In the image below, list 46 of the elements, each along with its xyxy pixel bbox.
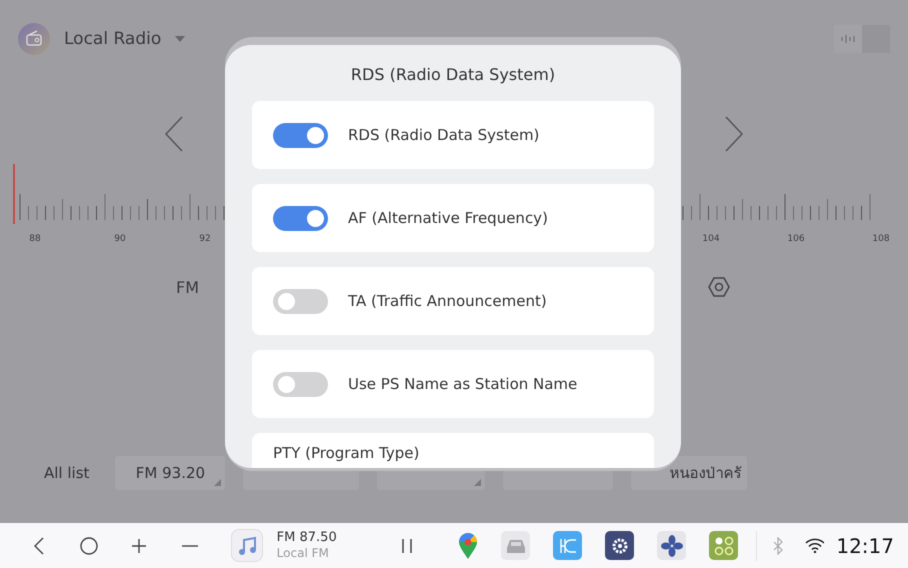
settings-app-icon[interactable]	[605, 531, 634, 560]
option-label: AF (Alternative Frequency)	[348, 209, 548, 227]
toggle-switch[interactable]	[273, 206, 328, 230]
view-mode-segment[interactable]	[834, 25, 862, 53]
all-list-label[interactable]: All list	[44, 464, 90, 482]
band-label[interactable]: FM	[176, 278, 200, 296]
scale-label: 90	[113, 234, 127, 244]
pause-icon[interactable]	[400, 538, 412, 554]
back-icon[interactable]	[34, 536, 44, 554]
corner-mark-icon	[214, 479, 222, 486]
dialog-title: RDS (Radio Data System)	[350, 65, 556, 84]
music-app-button[interactable]	[230, 529, 263, 562]
map-pin-icon[interactable]	[458, 532, 478, 560]
hc-app-icon[interactable]	[553, 531, 582, 560]
toggle-switch[interactable]	[273, 288, 328, 314]
apps-grid-icon[interactable]	[709, 531, 738, 560]
option-label: TA (Traffic Announcement)	[348, 292, 547, 310]
option-label: PTY (Program Type)	[273, 444, 420, 462]
station-frequency: FM 87.50	[276, 530, 338, 546]
bluetooth-icon[interactable]	[773, 536, 784, 554]
clock: 12:17	[836, 534, 894, 558]
station-chip[interactable]: FM 93.20	[115, 456, 226, 490]
wifi-icon[interactable]	[805, 538, 824, 553]
scale-label: 92	[198, 234, 212, 244]
plus-icon[interactable]	[131, 538, 148, 554]
option-card[interactable]: PTY (Program Type)	[252, 433, 654, 468]
option-label: RDS (Radio Data System)	[348, 126, 540, 144]
station-name: Local FM	[276, 546, 330, 561]
settings-icon[interactable]	[708, 276, 730, 298]
scale-label: 108	[871, 234, 891, 244]
toggle-switch[interactable]	[273, 372, 328, 396]
radio-icon[interactable]	[18, 23, 50, 55]
source-title[interactable]: Local Radio	[64, 29, 162, 49]
option-label: Use PS Name as Station Name	[348, 375, 578, 393]
scale-label: 104	[701, 234, 721, 244]
waveform-icon	[841, 34, 855, 44]
home-icon[interactable]	[80, 536, 98, 554]
toggle-switch[interactable]	[273, 122, 328, 148]
scale-label: 88	[28, 234, 42, 244]
scale-label: 106	[786, 234, 806, 244]
caret-icon[interactable]	[175, 36, 186, 42]
corner-mark-icon	[474, 479, 482, 486]
music-note-icon	[236, 536, 257, 556]
minus-icon[interactable]	[182, 544, 198, 546]
car-app-icon[interactable]	[501, 531, 530, 560]
fan-app-icon[interactable]	[657, 531, 686, 560]
